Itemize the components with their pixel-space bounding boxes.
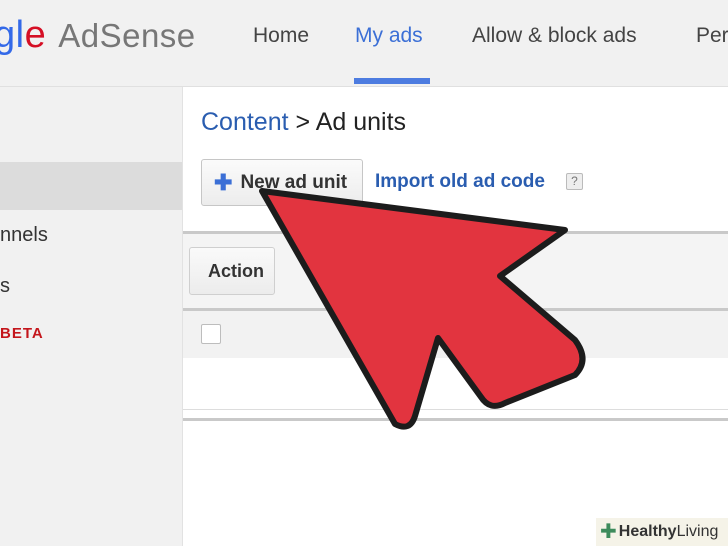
tab-performance[interactable]: Per [696, 24, 728, 48]
sidebar-beta-badge[interactable]: BETA [0, 325, 44, 342]
logo-text-part2: e [24, 14, 47, 56]
top-bar: gle AdSense Home My ads Allow & block ads… [0, 0, 728, 87]
breadcrumb-separator: > [295, 108, 311, 136]
medical-cross-icon: ✚ [600, 521, 617, 543]
sidebar-item-other[interactable]: s [0, 275, 10, 298]
breadcrumb-content-link[interactable]: Content [201, 108, 289, 136]
import-old-ad-code-link[interactable]: Import old ad code [375, 171, 545, 193]
table-bottom-border [183, 418, 728, 421]
tab-my-ads[interactable]: My ads [355, 24, 423, 48]
new-ad-unit-label: New ad unit [240, 171, 348, 193]
watermark-bold: Healthy [618, 523, 677, 540]
table-header-row [183, 311, 728, 358]
plus-icon: ✚ [214, 169, 233, 195]
tab-allow-block-ads[interactable]: Allow & block ads [472, 24, 637, 48]
healthy-living-watermark: ✚ Healthy Living [596, 518, 728, 546]
logo-text-part1: gl [0, 14, 25, 56]
sidebar [0, 87, 183, 546]
adsense-logo[interactable]: gle AdSense [0, 14, 196, 57]
active-tab-indicator [354, 78, 430, 84]
select-all-checkbox[interactable] [201, 324, 221, 344]
action-button[interactable]: Action [189, 247, 275, 295]
breadcrumb-current: Ad units [315, 108, 407, 136]
breadcrumb: Content > Ad units [201, 108, 406, 137]
sidebar-item-channels[interactable]: nnels [0, 224, 48, 247]
row-divider [183, 409, 728, 410]
logo-product-name: AdSense [58, 17, 196, 54]
new-ad-unit-button[interactable]: ✚ New ad unit [201, 159, 363, 206]
watermark-rest: Living [676, 523, 719, 540]
tab-home[interactable]: Home [253, 24, 309, 48]
help-icon[interactable]: ? [566, 173, 583, 190]
sidebar-item-selected[interactable] [0, 162, 182, 210]
